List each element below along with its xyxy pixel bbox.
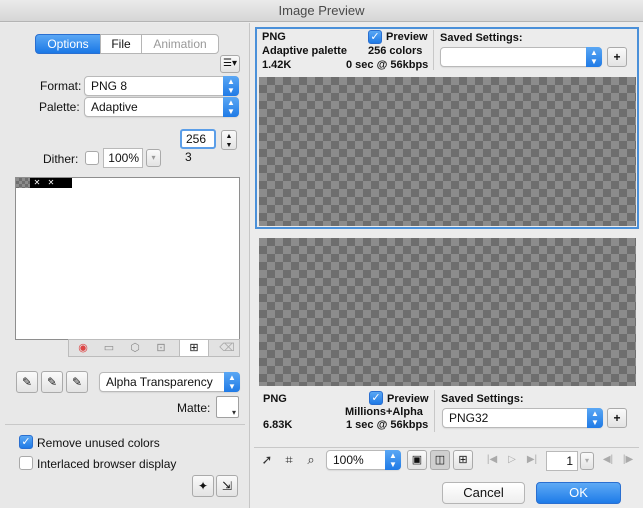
trash-icon[interactable]: ⌫: [217, 338, 237, 358]
eyedropper-add-icon[interactable]: ✎: [41, 371, 63, 393]
color-swatch[interactable]: [16, 178, 30, 188]
palette-label: Palette:: [39, 100, 80, 114]
preview-bottom-image[interactable]: [259, 238, 636, 386]
tab-file[interactable]: File: [100, 34, 142, 54]
color-swatch[interactable]: ✕: [30, 178, 44, 188]
eyedropper-subtract-icon[interactable]: ✎: [66, 371, 88, 393]
preview-top-time: 0 sec @ 56kbps: [346, 59, 429, 71]
last-frame-icon[interactable]: ▶|: [522, 450, 542, 470]
preview-bottom-saved-label: Saved Settings:: [441, 393, 524, 405]
color-swatch[interactable]: ✕: [44, 178, 58, 188]
preview-top-palette: Adaptive palette: [262, 45, 347, 57]
wizard-icon[interactable]: ✦: [192, 475, 214, 497]
chevron-updown-icon: ▲ ▼: [586, 47, 602, 67]
palette-select[interactable]: Adaptive ▲ ▼: [84, 97, 239, 117]
preview-bottom-format: PNG: [263, 393, 287, 405]
preview-bottom-saved-select[interactable]: PNG32 ▲ ▼: [442, 408, 603, 428]
export-icon[interactable]: ⇲: [216, 475, 238, 497]
preview-bottom-time: 1 sec @ 56kbps: [346, 419, 429, 431]
add-preset-button[interactable]: +: [607, 408, 627, 428]
zoom-value: 100%: [333, 453, 364, 467]
dither-checkbox[interactable]: [85, 151, 99, 165]
first-frame-icon[interactable]: |◀: [482, 450, 502, 470]
interlaced-label: Interlaced browser display: [37, 457, 177, 471]
remove-unused-checkbox[interactable]: ✓: [19, 435, 33, 449]
original-view-icon[interactable]: ▣: [407, 450, 427, 470]
transparency-value: Alpha Transparency: [106, 375, 213, 389]
cube-icon[interactable]: ⬡: [125, 338, 145, 358]
prev-frame-icon[interactable]: ◀|: [598, 450, 618, 470]
chevron-updown-icon: ▲ ▼: [385, 450, 401, 470]
zoom-select[interactable]: 100% ▲ ▼: [326, 450, 401, 470]
format-value: PNG 8: [91, 79, 128, 93]
preview-bottom-preview-label: Preview: [387, 393, 429, 405]
cancel-button[interactable]: Cancel: [442, 482, 525, 504]
format-select[interactable]: PNG 8 ▲ ▼: [84, 76, 239, 96]
matte-label: Matte:: [177, 401, 211, 415]
preview-top-saved-select[interactable]: ▲ ▼: [440, 47, 602, 67]
crop-tool-icon[interactable]: ⌗: [279, 450, 299, 470]
eyedropper-icon[interactable]: ✎: [16, 371, 38, 393]
window-title: Image Preview: [0, 0, 643, 22]
frame-number-input[interactable]: 1: [546, 451, 578, 471]
play-icon[interactable]: ▷: [502, 450, 522, 470]
color-table-toolbar: ◉ ▭ ⬡ ⊡ ⊞ ⌫: [68, 339, 240, 357]
preview-top-checkbox[interactable]: ✓: [368, 30, 382, 44]
colors-sub-count: 3: [185, 150, 192, 164]
remove-unused-label: Remove unused colors: [37, 436, 160, 450]
options-menu-icon[interactable]: ☰▾: [220, 55, 240, 73]
divider: [254, 447, 639, 448]
preview-top-preview-label: Preview: [386, 31, 428, 43]
chevron-updown-icon: ▲ ▼: [223, 76, 239, 96]
divider: [433, 30, 434, 70]
lock-icon[interactable]: ⊡: [151, 338, 171, 358]
chevron-updown-icon: ▲ ▼: [224, 372, 240, 392]
preview-bottom-size: 6.83K: [263, 419, 293, 431]
matte-color-swatch[interactable]: ▾: [216, 396, 239, 418]
preview-bottom-checkbox[interactable]: ✓: [369, 391, 383, 405]
color-wheel-icon[interactable]: ◉: [73, 338, 93, 358]
color-table: ✕ ✕: [15, 177, 240, 340]
preview-top-saved-label: Saved Settings:: [440, 32, 523, 44]
palette-value: Adaptive: [91, 100, 138, 114]
divider: [5, 424, 245, 425]
dither-label: Dither:: [43, 152, 79, 166]
ok-button[interactable]: OK: [536, 482, 621, 504]
tab-options[interactable]: Options: [35, 34, 101, 54]
chevron-updown-icon: ▲ ▼: [223, 97, 239, 117]
interlaced-checkbox[interactable]: [19, 456, 33, 470]
preview-top-size: 1.42K: [262, 59, 292, 71]
add-color-icon[interactable]: ⊞: [179, 339, 209, 357]
next-frame-icon[interactable]: |▶: [618, 450, 638, 470]
chevron-updown-icon: ▲ ▼: [587, 408, 603, 428]
format-label: Format:: [40, 79, 82, 93]
colors-stepper[interactable]: ▲ ▼: [221, 130, 237, 150]
preview-top-format: PNG: [262, 31, 286, 43]
divider: [434, 390, 435, 432]
preview-bottom-saved-value: PNG32: [449, 411, 489, 425]
dither-dropdown-arrow[interactable]: ▾: [146, 149, 161, 167]
colors-count-input[interactable]: 256: [180, 129, 216, 149]
frame-dropdown-arrow[interactable]: ▾: [580, 452, 594, 470]
chevron-down-icon: ▾: [231, 408, 236, 417]
transparency-select[interactable]: Alpha Transparency ▲ ▼: [99, 372, 240, 392]
pointer-tool-icon[interactable]: ➚: [257, 450, 277, 470]
preview-top-colors: 256 colors: [368, 45, 423, 57]
two-up-view-icon[interactable]: ◫: [430, 450, 450, 470]
tab-animation[interactable]: Animation: [141, 34, 219, 54]
color-swatch[interactable]: [58, 178, 72, 188]
four-up-view-icon[interactable]: ⊞: [453, 450, 473, 470]
dither-amount-input[interactable]: 100%: [103, 148, 143, 168]
add-preset-button[interactable]: +: [607, 47, 627, 67]
preview-top-image: [259, 77, 636, 226]
web-snap-icon[interactable]: ▭: [99, 338, 119, 358]
preview-bottom-colors: Millions+Alpha: [345, 406, 423, 418]
zoom-tool-icon[interactable]: ⌕: [301, 450, 321, 470]
